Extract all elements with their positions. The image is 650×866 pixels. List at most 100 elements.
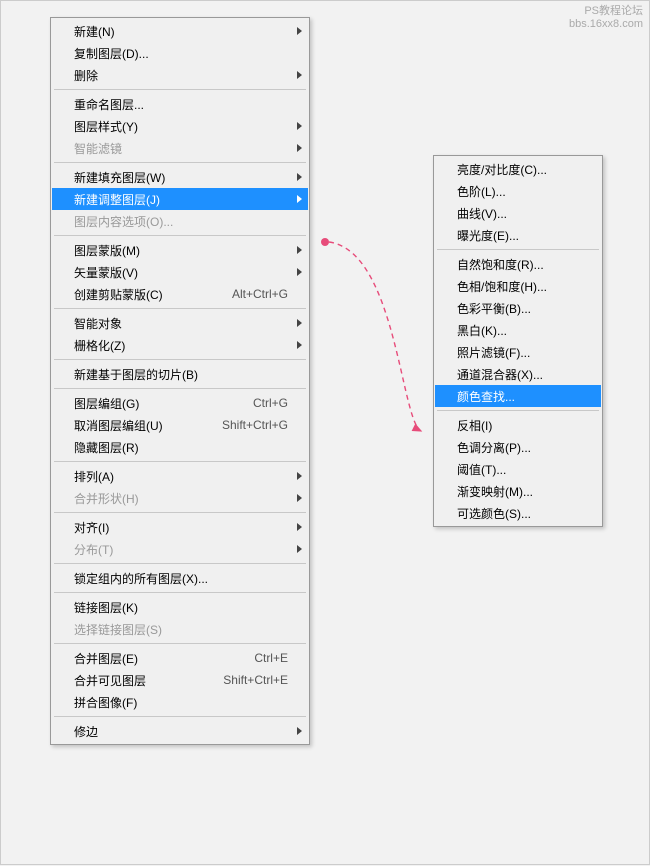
menu-item-label: 自然饱和度(R)...	[457, 256, 581, 273]
menu-item[interactable]: 排列(A)	[52, 465, 308, 487]
menu-item: 分布(T)	[52, 538, 308, 560]
menu-item-label: 照片滤镜(F)...	[457, 344, 581, 361]
separator	[54, 592, 306, 593]
menu-item[interactable]: 重命名图层...	[52, 93, 308, 115]
menu-item-label: 复制图层(D)...	[74, 45, 288, 62]
submenu-arrow-icon	[297, 173, 302, 181]
menu-item[interactable]: 新建(N)	[52, 20, 308, 42]
menu-item[interactable]: 色相/饱和度(H)...	[435, 275, 601, 297]
menu-item[interactable]: 色彩平衡(B)...	[435, 297, 601, 319]
menu-item[interactable]: 修边	[52, 720, 308, 742]
menu-item-label: 黑白(K)...	[457, 322, 581, 339]
menu-item[interactable]: 色调分离(P)...	[435, 436, 601, 458]
menu-item[interactable]: 新建调整图层(J)	[52, 188, 308, 210]
menu-item-label: 色调分离(P)...	[457, 439, 581, 456]
menu-item[interactable]: 图层蒙版(M)	[52, 239, 308, 261]
menu-item-label: 新建填充图层(W)	[74, 169, 288, 186]
separator	[54, 512, 306, 513]
menu-item-label: 色阶(L)...	[457, 183, 581, 200]
submenu-arrow-icon	[297, 268, 302, 276]
menu-item-label: 新建调整图层(J)	[74, 191, 288, 208]
menu-item[interactable]: 通道混合器(X)...	[435, 363, 601, 385]
menu-item-shortcut: Ctrl+E	[254, 651, 288, 665]
menu-item-label: 栅格化(Z)	[74, 337, 288, 354]
separator	[54, 388, 306, 389]
menu-item[interactable]: 照片滤镜(F)...	[435, 341, 601, 363]
menu-item[interactable]: 拼合图像(F)	[52, 691, 308, 713]
menu-item-label: 删除	[74, 67, 288, 84]
menu-item[interactable]: 新建基于图层的切片(B)	[52, 363, 308, 385]
menu-item[interactable]: 黑白(K)...	[435, 319, 601, 341]
menu-item[interactable]: 曝光度(E)...	[435, 224, 601, 246]
menu-item-label: 创建剪贴蒙版(C)	[74, 286, 224, 303]
watermark: PS教程论坛 bbs.16xx8.com	[569, 5, 643, 31]
menu-item-label: 通道混合器(X)...	[457, 366, 581, 383]
submenu-arrow-icon	[297, 472, 302, 480]
menu-item-label: 新建(N)	[74, 23, 288, 40]
menu-item[interactable]: 锁定组内的所有图层(X)...	[52, 567, 308, 589]
menu-item-label: 图层内容选项(O)...	[74, 213, 288, 230]
menu-item[interactable]: 合并图层(E)Ctrl+E	[52, 647, 308, 669]
menu-item[interactable]: 亮度/对比度(C)...	[435, 158, 601, 180]
menu-item-label: 智能滤镜	[74, 140, 288, 157]
menu-item[interactable]: 色阶(L)...	[435, 180, 601, 202]
separator	[54, 643, 306, 644]
menu-item[interactable]: 智能对象	[52, 312, 308, 334]
menu-item[interactable]: 反相(I)	[435, 414, 601, 436]
menu-item: 选择链接图层(S)	[52, 618, 308, 640]
menu-item-label: 合并形状(H)	[74, 490, 288, 507]
menu-item[interactable]: 合并可见图层 Shift+Ctrl+E	[52, 669, 308, 691]
menu-item: 智能滤镜	[52, 137, 308, 159]
separator	[437, 249, 599, 250]
menu-item-label: 曝光度(E)...	[457, 227, 581, 244]
start-dot-icon	[321, 238, 329, 246]
submenu-arrow-icon	[297, 523, 302, 531]
menu-item[interactable]: 新建填充图层(W)	[52, 166, 308, 188]
menu-item[interactable]: 渐变映射(M)...	[435, 480, 601, 502]
menu-item-label: 合并可见图层	[74, 672, 215, 689]
menu-item[interactable]: 对齐(I)	[52, 516, 308, 538]
menu-item[interactable]: 栅格化(Z)	[52, 334, 308, 356]
submenu-arrow-icon	[297, 144, 302, 152]
submenu-arrow-icon	[297, 27, 302, 35]
menu-item[interactable]: 创建剪贴蒙版(C) Alt+Ctrl+G	[52, 283, 308, 305]
menu-item-label: 修边	[74, 723, 288, 740]
menu-item-label: 链接图层(K)	[74, 599, 288, 616]
submenu-arrow-icon	[297, 195, 302, 203]
menu-item[interactable]: 阈值(T)...	[435, 458, 601, 480]
menu-item-label: 可选颜色(S)...	[457, 505, 581, 522]
menu-item-shortcut: Ctrl+G	[253, 396, 288, 410]
submenu-arrow-icon	[297, 246, 302, 254]
menu-item-label: 渐变映射(M)...	[457, 483, 581, 500]
menu-item[interactable]: 隐藏图层(R)	[52, 436, 308, 458]
menu-item-label: 隐藏图层(R)	[74, 439, 288, 456]
menu-item[interactable]: 删除	[52, 64, 308, 86]
separator	[54, 308, 306, 309]
menu-item[interactable]: 链接图层(K)	[52, 596, 308, 618]
menu-item[interactable]: 复制图层(D)...	[52, 42, 308, 64]
menu-item[interactable]: 可选颜色(S)...	[435, 502, 601, 524]
menu-item[interactable]: 图层样式(Y)	[52, 115, 308, 137]
menu-item-label: 图层样式(Y)	[74, 118, 288, 135]
dashed-arrow-icon	[329, 242, 421, 431]
menu-item-shortcut: Shift+Ctrl+E	[223, 673, 288, 687]
menu-item[interactable]: 自然饱和度(R)...	[435, 253, 601, 275]
separator	[54, 89, 306, 90]
watermark-line2: bbs.16xx8.com	[569, 18, 643, 31]
submenu-arrow-icon	[297, 71, 302, 79]
menu-item-label: 矢量蒙版(V)	[74, 264, 288, 281]
menu-item-shortcut: Alt+Ctrl+G	[232, 287, 288, 301]
menu-item-label: 色相/饱和度(H)...	[457, 278, 581, 295]
menu-item-label: 色彩平衡(B)...	[457, 300, 581, 317]
menu-item[interactable]: 取消图层编组(U)Shift+Ctrl+G	[52, 414, 308, 436]
separator	[54, 359, 306, 360]
menu-item[interactable]: 图层编组(G)Ctrl+G	[52, 392, 308, 414]
adjustment-layer-submenu[interactable]: 亮度/对比度(C)... 色阶(L)... 曲线(V)... 曝光度(E)... 自然饱…	[433, 155, 603, 527]
separator	[54, 716, 306, 717]
layer-context-menu[interactable]: 新建(N) 复制图层(D)... 删除重命名图层... 图层样式(Y) 智能滤镜新建填充…	[50, 17, 310, 745]
menu-item[interactable]: 颜色查找...	[435, 385, 601, 407]
submenu-arrow-icon	[297, 122, 302, 130]
menu-item-label: 分布(T)	[74, 541, 288, 558]
menu-item[interactable]: 曲线(V)...	[435, 202, 601, 224]
menu-item[interactable]: 矢量蒙版(V)	[52, 261, 308, 283]
